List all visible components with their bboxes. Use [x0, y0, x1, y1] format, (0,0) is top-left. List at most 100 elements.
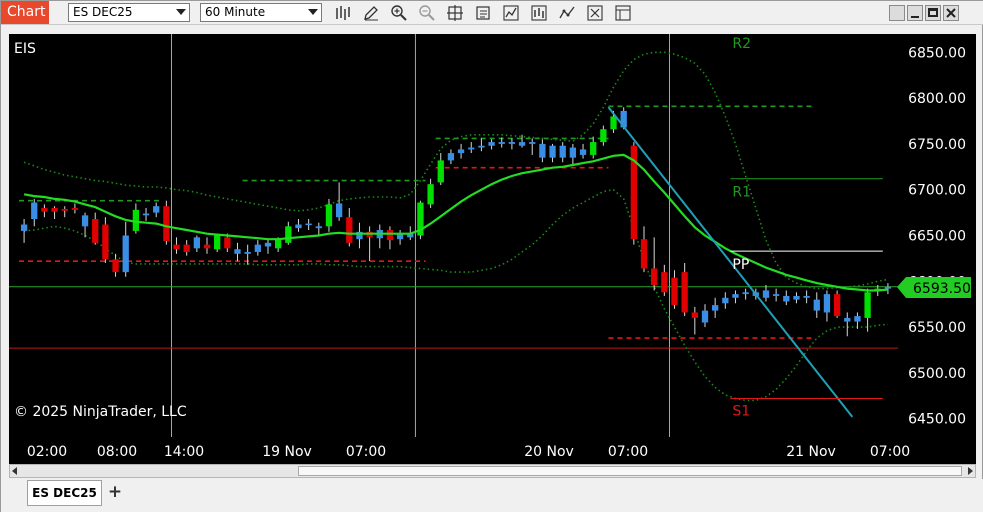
candle-body [254, 244, 261, 252]
x-axis-tick-label: 02:00 [27, 444, 67, 460]
candle-body [793, 295, 800, 300]
chart-panel[interactable]: R2 R1 PP S1 6850.00 6800.00 6750.00 6700.00 665… [9, 34, 976, 464]
instrument-value: ES DEC25 [73, 5, 133, 19]
zoom-out-icon[interactable] [418, 4, 436, 22]
candle-body [71, 208, 79, 210]
candle-body [681, 272, 688, 313]
candle-body [884, 286, 892, 289]
candle-body [833, 294, 841, 317]
candle-body [153, 206, 160, 213]
candle-body [447, 153, 455, 161]
restore-icon[interactable] [889, 5, 905, 21]
candle-body [498, 142, 505, 144]
zoom-in-icon[interactable] [390, 4, 408, 22]
candle-body [20, 224, 28, 231]
candle-body [854, 316, 861, 322]
candle-body [844, 317, 851, 322]
candle-body [457, 149, 465, 154]
y-axis-tick-label: 6800.00 [908, 91, 966, 107]
interval-selector[interactable]: 60 Minute [200, 3, 322, 22]
candle-body [427, 184, 434, 205]
candle-body [488, 142, 495, 146]
instrument-tab-bar: ES DEC25 + [1, 479, 983, 512]
candle-body [102, 224, 109, 260]
candle-body [539, 143, 546, 158]
chart-window: Chart ES DEC25 60 Minute R2 R1 PP S1 685… [0, 0, 983, 512]
candle-body [183, 244, 190, 252]
indicators-icon[interactable] [502, 4, 520, 22]
candle-body [335, 203, 343, 218]
chart-title-tab[interactable]: Chart [1, 1, 49, 24]
symbol-label: EIS [14, 41, 36, 57]
candle-body [193, 237, 200, 249]
moving-average-line [23, 153, 889, 292]
scroll-left-icon[interactable] [12, 467, 17, 475]
x-axis-tick-label: 19 Nov [262, 444, 312, 460]
instrument-tab[interactable]: ES DEC25 [27, 480, 102, 506]
candle-body [142, 213, 150, 216]
y-axis-tick-label: 6700.00 [908, 183, 966, 199]
candle-body [569, 147, 577, 158]
current-price-badge: 6593.50 [897, 277, 971, 298]
properties-icon[interactable] [474, 4, 492, 22]
candle-body [234, 249, 241, 254]
x-axis-tick-label: 07:00 [346, 444, 386, 460]
candle-body [600, 129, 607, 143]
candle-body [722, 297, 729, 304]
x-axis-tick-label: 14:00 [164, 444, 204, 460]
candle-body [224, 237, 231, 249]
pivot-label: R2 [732, 36, 751, 52]
candle-body [671, 277, 678, 306]
candle-body [203, 244, 211, 249]
data-box-icon[interactable] [586, 4, 604, 22]
y-axis-tick-label: 6500.00 [908, 366, 966, 382]
trend-icon[interactable] [558, 4, 576, 22]
chart-toolbar: Chart ES DEC25 60 Minute [1, 1, 983, 25]
candle-body [772, 294, 780, 296]
candle-body [173, 244, 180, 250]
candle-body [742, 292, 749, 295]
x-axis-tick-label: 21 Nov [786, 444, 836, 460]
candle-body [264, 242, 272, 247]
candle-body [813, 299, 820, 311]
add-tab-button[interactable]: + [105, 483, 125, 503]
candle-body [701, 310, 709, 323]
candle-body [803, 295, 810, 298]
candle-body [610, 116, 617, 130]
candle-body [691, 312, 698, 318]
candle-body [590, 142, 597, 155]
bars-icon[interactable] [334, 4, 352, 22]
candle-body [285, 226, 292, 243]
crosshair-icon[interactable] [446, 4, 464, 22]
candle-body [275, 239, 282, 249]
candle-body [823, 294, 831, 313]
candle-body [315, 226, 322, 229]
horizontal-scrollbar[interactable] [9, 464, 976, 478]
price-chart[interactable]: R2 R1 PP S1 6850.00 6800.00 6750.00 6700.00 665… [9, 34, 976, 464]
scroll-right-icon[interactable] [968, 467, 973, 475]
x-axis-tick-label: 07:00 [608, 444, 648, 460]
candle-body [640, 239, 648, 269]
candle-body [295, 224, 302, 229]
pivot-label: PP [732, 257, 749, 273]
minimize-icon[interactable] [907, 5, 923, 21]
candle-body [762, 290, 770, 298]
strategies-icon[interactable] [530, 4, 548, 22]
candle-body [244, 251, 251, 254]
candle-body [651, 268, 658, 285]
pencil-draw-icon[interactable] [362, 4, 380, 22]
close-icon[interactable] [943, 5, 959, 21]
maximize-icon[interactable] [925, 5, 941, 21]
instrument-selector[interactable]: ES DEC25 [68, 3, 190, 22]
candle-body [122, 235, 129, 273]
upper-band-line [23, 51, 889, 290]
copyright-label: © 2025 NinjaTrader, LLC [14, 404, 187, 420]
candle-body [31, 202, 38, 220]
candle-body [732, 294, 739, 298]
candle-body [661, 272, 668, 293]
current-price-label: 6593.50 [913, 281, 971, 297]
template-icon[interactable] [614, 4, 632, 22]
candle-body [518, 142, 526, 146]
scrollbar-thumb[interactable] [298, 466, 962, 476]
candle-body [559, 145, 566, 158]
